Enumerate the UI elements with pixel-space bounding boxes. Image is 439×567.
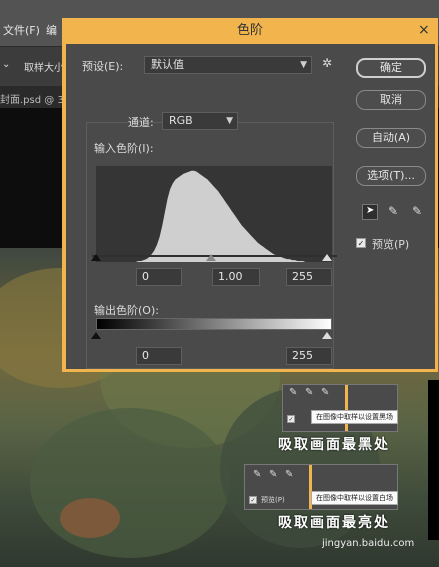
- highlight-bar: [345, 385, 348, 431]
- input-black-slider[interactable]: [91, 254, 101, 261]
- output-black-slider[interactable]: [91, 332, 101, 339]
- black-point-tooltip: 在图像中取样以设置黑场: [311, 410, 398, 424]
- black-point-eyedropper-icon: ✎: [289, 387, 298, 398]
- menu-file[interactable]: 文件(F): [3, 22, 40, 38]
- black-point-callout-panel: ✎ ✎ ✎ ✓ 在图像中取样以设置黑场: [282, 384, 398, 432]
- white-point-tooltip: 在图像中取样以设置白场: [311, 491, 398, 505]
- cancel-button[interactable]: 取消: [356, 90, 426, 110]
- input-gamma-field[interactable]: 1.00: [212, 268, 260, 286]
- close-icon[interactable]: ×: [418, 22, 430, 38]
- output-white-field[interactable]: 255: [286, 347, 332, 365]
- channel-value: RGB: [169, 114, 193, 127]
- output-gradient-bar: [96, 318, 332, 330]
- chevron-down-icon[interactable]: ⌄: [2, 59, 10, 70]
- preset-value: 默认值: [151, 58, 184, 71]
- preset-select[interactable]: 默认值 ▼: [144, 56, 312, 74]
- input-black-field[interactable]: 0: [136, 268, 182, 286]
- chevron-down-icon: ▼: [226, 116, 233, 126]
- menu-edit[interactable]: 编: [46, 22, 57, 38]
- dialog-title: 色阶: [236, 23, 263, 38]
- preview-label: 预览(P): [261, 496, 285, 504]
- channel-label: 通道:: [128, 116, 154, 129]
- document-tab[interactable]: 封面.psd @ 32: [0, 91, 70, 106]
- white-point-eyedropper-icon: ✎: [321, 387, 330, 398]
- auto-button[interactable]: 自动(A): [356, 128, 426, 148]
- white-point-callout-panel: ✎ ✎ ✎ ✓ 预览(P) 在图像中取样以设置白场: [244, 464, 398, 510]
- preview-label: 预览(P): [372, 238, 410, 251]
- histogram-shape: [96, 170, 332, 262]
- levels-dialog: 色阶 × 预设(E): 默认值 ▼ ✲ 通道: RGB ▼ 输入色阶(I): 0…: [62, 18, 438, 372]
- gear-icon[interactable]: ✲: [322, 56, 332, 70]
- sample-size-label[interactable]: 取样大小: [24, 59, 64, 74]
- cursor-icon: ➤: [366, 205, 375, 216]
- white-point-caption: 吸取画面最亮处: [278, 515, 390, 531]
- channel-select[interactable]: RGB ▼: [162, 112, 238, 130]
- input-white-field[interactable]: 255: [286, 268, 332, 286]
- preview-checkbox[interactable]: ✓: [356, 238, 366, 248]
- black-point-eyedropper-icon: ✎: [253, 469, 262, 480]
- options-button[interactable]: 选项(T)...: [356, 166, 426, 186]
- ok-button[interactable]: 确定: [356, 58, 426, 78]
- input-gamma-slider[interactable]: [206, 254, 216, 261]
- histogram: [96, 166, 332, 262]
- gray-point-eyedropper-icon[interactable]: ✎: [388, 204, 398, 218]
- preset-label: 预设(E):: [82, 60, 124, 73]
- gray-point-eyedropper-icon: ✎: [305, 387, 314, 398]
- output-white-slider[interactable]: [322, 332, 332, 339]
- preview-checkbox: ✓: [287, 415, 295, 423]
- output-black-field[interactable]: 0: [136, 347, 182, 365]
- overlay-edge-strip: [428, 380, 439, 540]
- watermark: jingyan.baidu.com: [322, 538, 415, 549]
- white-point-eyedropper-icon: ✎: [285, 469, 294, 480]
- black-point-caption: 吸取画面最黑处: [278, 437, 390, 453]
- input-levels-label: 输入色阶(I):: [94, 142, 154, 155]
- white-point-eyedropper-icon[interactable]: ✎: [412, 204, 422, 218]
- input-white-slider[interactable]: [322, 254, 332, 261]
- chevron-down-icon: ▼: [300, 60, 307, 70]
- gray-point-eyedropper-icon: ✎: [269, 469, 278, 480]
- output-levels-label: 输出色阶(O):: [94, 304, 159, 317]
- preview-checkbox: ✓: [249, 496, 257, 504]
- dialog-body: 预设(E): 默认值 ▼ ✲ 通道: RGB ▼ 输入色阶(I): 0 1.00…: [66, 44, 435, 369]
- black-point-eyedropper-icon[interactable]: ➤: [362, 204, 378, 220]
